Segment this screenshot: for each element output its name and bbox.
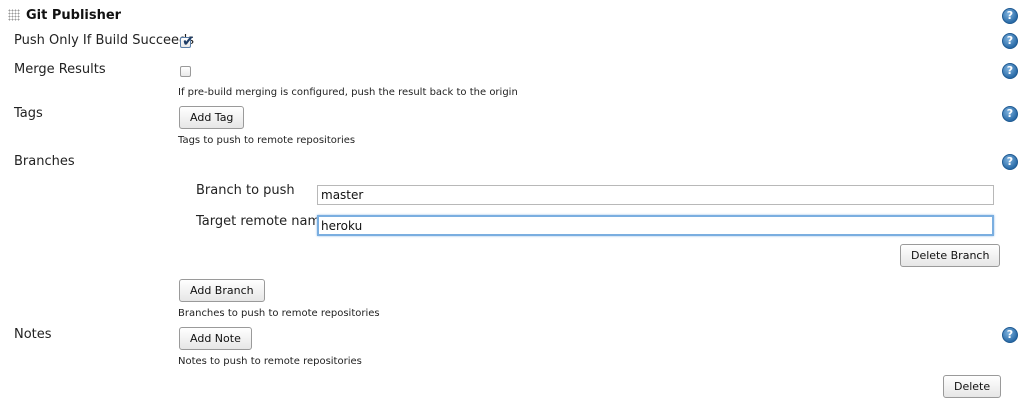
section-title: Git Publisher bbox=[26, 8, 122, 23]
target-remote-input[interactable] bbox=[317, 215, 994, 236]
merge-results-checkbox[interactable] bbox=[180, 66, 191, 77]
merge-results-label: Merge Results bbox=[14, 62, 106, 77]
help-icon[interactable]: ? bbox=[1002, 154, 1018, 170]
branches-description: Branches to push to remote repositories bbox=[178, 308, 380, 319]
tags-description: Tags to push to remote repositories bbox=[178, 135, 356, 146]
branch-to-push-label: Branch to push bbox=[196, 183, 295, 198]
help-icon[interactable]: ? bbox=[1002, 33, 1018, 49]
add-tag-button[interactable]: Add Tag bbox=[179, 106, 245, 129]
help-icon[interactable]: ? bbox=[1002, 8, 1018, 24]
add-branch-button[interactable]: Add Branch bbox=[179, 279, 265, 302]
add-note-button[interactable]: Add Note bbox=[179, 327, 252, 350]
checkmark-icon: ✔ bbox=[182, 32, 195, 50]
delete-branch-button[interactable]: Delete Branch bbox=[900, 244, 1001, 267]
help-icon[interactable]: ? bbox=[1002, 106, 1018, 122]
branch-to-push-input[interactable] bbox=[317, 185, 994, 205]
help-icon[interactable]: ? bbox=[1002, 327, 1018, 343]
target-remote-label: Target remote name bbox=[196, 214, 329, 229]
merge-results-description: If pre-build merging is configured, push… bbox=[178, 87, 518, 98]
branches-label: Branches bbox=[14, 154, 75, 169]
delete-button[interactable]: Delete bbox=[943, 375, 1002, 398]
notes-label: Notes bbox=[14, 327, 52, 342]
help-icon[interactable]: ? bbox=[1002, 63, 1018, 79]
notes-description: Notes to push to remote repositories bbox=[178, 356, 362, 367]
push-only-label: Push Only If Build Succeeds bbox=[14, 33, 195, 48]
tags-label: Tags bbox=[14, 106, 43, 121]
push-only-checkbox[interactable]: ✔ bbox=[180, 32, 195, 50]
drag-handle-icon[interactable] bbox=[8, 9, 20, 21]
